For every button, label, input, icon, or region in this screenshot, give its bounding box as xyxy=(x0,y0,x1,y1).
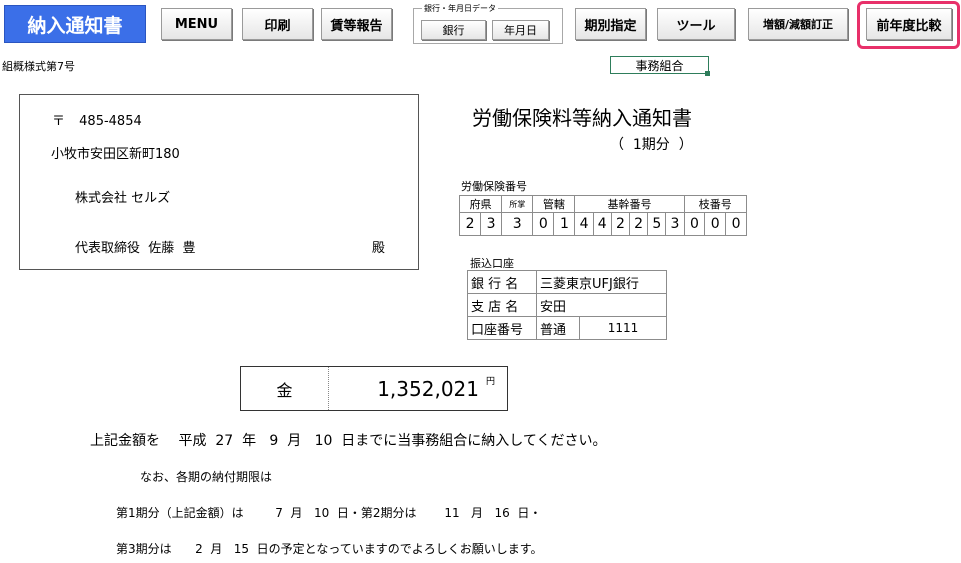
notice-line-3: 第1期分（上記金額）は 7 月 10 日・第2期分は 11 月 16 日・ xyxy=(116,506,542,520)
header-base-number: 基幹番号 xyxy=(574,195,685,213)
tool-button[interactable]: ツール xyxy=(657,8,735,40)
period-select-button[interactable]: 期別指定 xyxy=(575,8,646,40)
branch-name-value: 安田 xyxy=(536,293,667,317)
header-prefecture: 府県 xyxy=(458,195,503,213)
insurance-digit: 0 xyxy=(683,212,706,236)
highlight-frame xyxy=(857,1,960,49)
insurance-digit: 2 xyxy=(458,212,482,236)
bank-name-value: 三菱東京UFJ銀行 xyxy=(536,270,667,294)
cell-cursor-handle xyxy=(705,71,710,76)
bank-account-table: 銀 行 名 三菱東京UFJ銀行 支 店 名 安田 口座番号 普通 1111 xyxy=(467,270,667,340)
honorific: 殿 xyxy=(372,241,386,256)
insurance-digit: 4 xyxy=(592,212,612,236)
date-data-button[interactable]: 年月日 xyxy=(492,20,549,40)
insurance-digit: 0 xyxy=(704,212,727,236)
wage-report-button[interactable]: 賃等報告 xyxy=(321,8,392,40)
insurance-digit: 1 xyxy=(553,212,576,236)
branch-name-key: 支 店 名 xyxy=(467,293,537,317)
postal-line: 〒 485-4854 xyxy=(52,110,142,129)
insurance-number-table: 府県 所掌 管轄 基幹番号 枝番号 2 3 3 0 1 4 4 2 2 5 3 … xyxy=(458,195,748,236)
header-jurisdiction-office: 所掌 xyxy=(501,195,534,213)
insurance-digit: 3 xyxy=(480,212,503,236)
insurance-digit: 0 xyxy=(725,212,747,236)
amount-value: 1,352,021 xyxy=(377,376,479,401)
print-button[interactable]: 印刷 xyxy=(242,8,313,40)
insurance-digit: 3 xyxy=(501,212,534,236)
bank-date-group-label: 銀行・年月日データ xyxy=(422,3,498,14)
account-type: 普通 xyxy=(536,316,580,340)
notice-line-4: 第3期分は 2 月 15 日の予定となっていますのでよろしくお願いします。 xyxy=(116,542,543,556)
amount-unit: 円 xyxy=(486,377,496,387)
document-title: 労働保険料等納入通知書 xyxy=(472,106,692,130)
menu-button[interactable]: MENU xyxy=(161,8,232,40)
insurance-digit: 0 xyxy=(532,212,555,236)
address-line: 小牧市安田区新町180 xyxy=(51,147,180,162)
representative-name: 代表取締役 佐藤 豊 xyxy=(75,241,196,256)
postal-code: 485-4854 xyxy=(79,114,142,129)
bank-account-label: 振込口座 xyxy=(470,257,514,270)
insurance-digit: 2 xyxy=(629,212,649,236)
company-name: 株式会社 セルズ xyxy=(75,191,171,206)
bank-name-key: 銀 行 名 xyxy=(467,270,537,294)
period-label: （ 1期分 ） xyxy=(610,137,693,153)
insurance-digit: 3 xyxy=(665,212,685,236)
header-jurisdiction: 管轄 xyxy=(532,195,576,213)
insurance-number-label: 労働保険番号 xyxy=(461,180,527,193)
postal-mark: 〒 xyxy=(52,114,66,129)
form-number: 組概様式第7号 xyxy=(2,60,75,73)
bank-data-button[interactable]: 銀行 xyxy=(421,20,486,40)
header-branch-number: 枝番号 xyxy=(683,195,748,213)
app-title-banner: 納入通知書 xyxy=(4,5,146,43)
insurance-digit: 4 xyxy=(574,212,594,236)
correction-button[interactable]: 増額/減額訂正 xyxy=(748,8,848,40)
account-number: 1111 xyxy=(579,316,667,340)
amount-box: 金 1,352,021 円 xyxy=(240,366,508,411)
amount-label: 金 xyxy=(241,367,329,410)
account-number-key: 口座番号 xyxy=(467,316,537,340)
notice-line-2: なお、各期の納付期限は xyxy=(140,470,273,484)
notice-line-1: 上記金額を 平成 27 年 9 月 10 日までに当事務組合に納入してください。 xyxy=(90,433,607,449)
address-box: 〒 485-4854 小牧市安田区新町180 株式会社 セルズ 代表取締役 佐藤… xyxy=(19,94,419,270)
association-label: 事務組合 xyxy=(610,56,709,74)
insurance-digit: 5 xyxy=(647,212,667,236)
insurance-digit: 2 xyxy=(610,212,631,236)
